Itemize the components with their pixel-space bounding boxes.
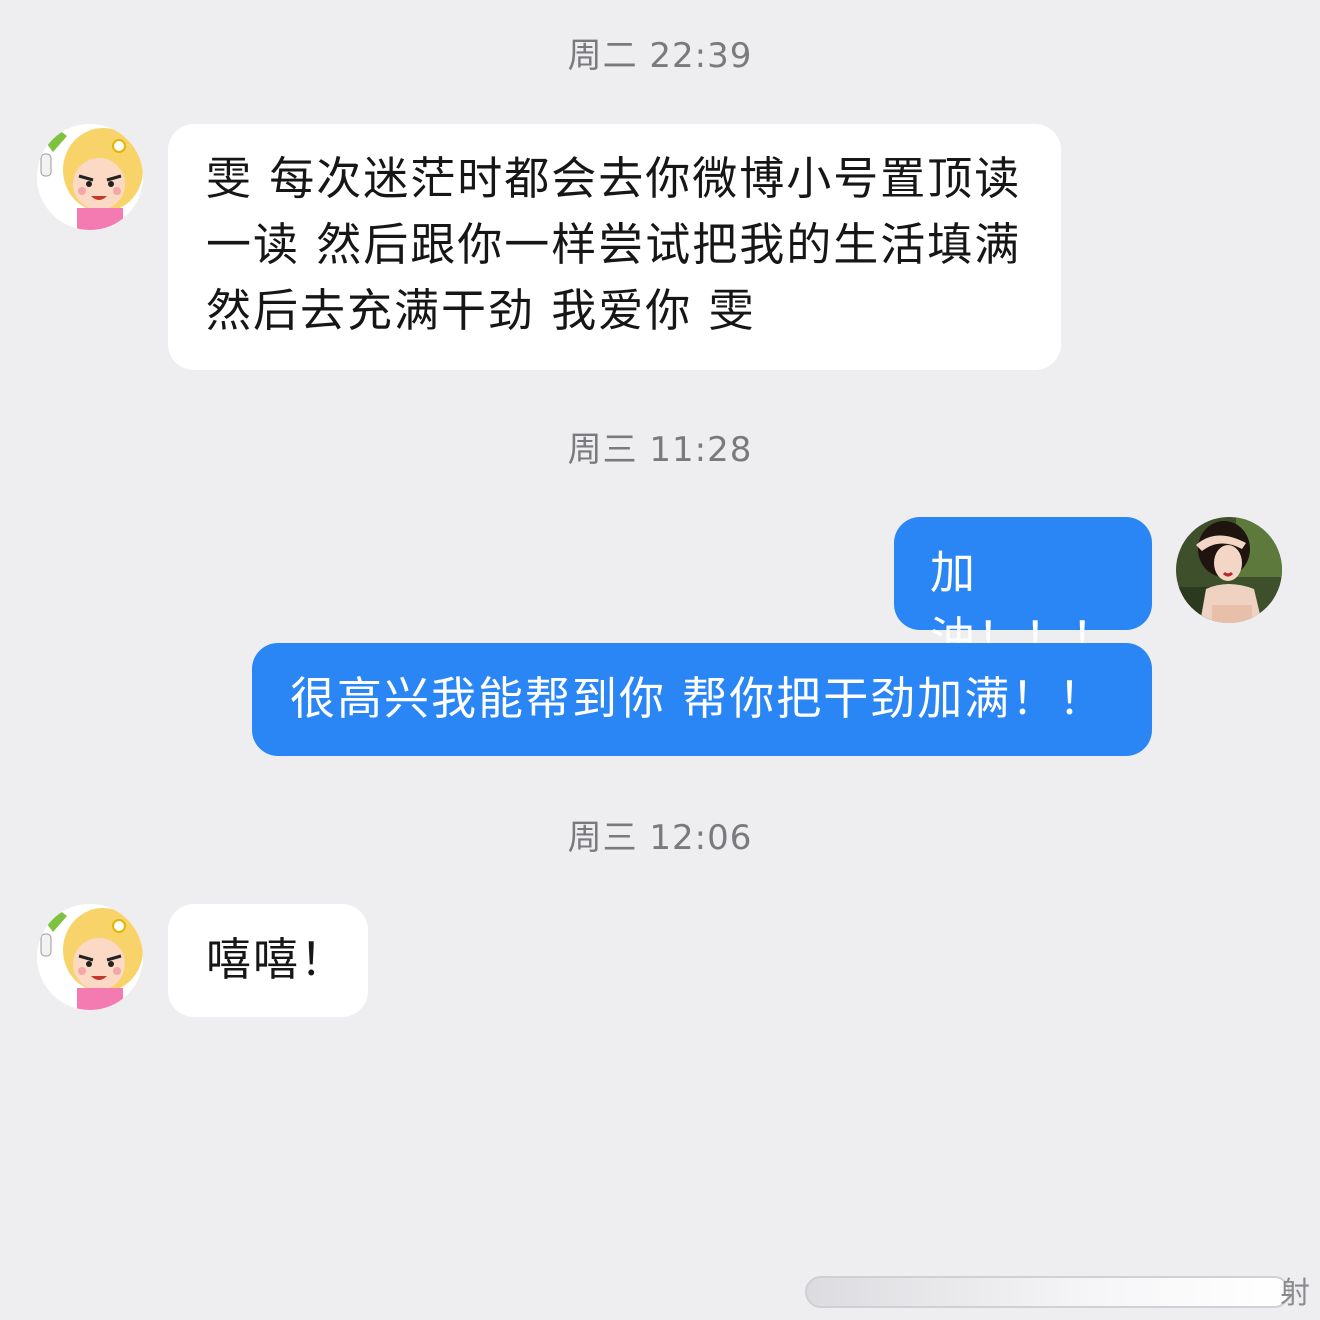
message-bubble-incoming[interactable]: 嘻嘻！ [168,904,368,1017]
chat-window: 周二 22:39 雯 每次迷茫时都会去你微博小号置顶读一读 然后跟你一样尝试把我… [0,0,1320,1320]
contact-avatar[interactable] [37,124,143,230]
message-bubble-outgoing[interactable]: 很高兴我能帮到你 帮你把干劲加满！！ [252,643,1152,756]
watermark-text: 射 [1280,1276,1310,1311]
cartoon-girl-avatar-icon [37,904,143,1010]
message-bubble-incoming[interactable]: 雯 每次迷茫时都会去你微博小号置顶读一读 然后跟你一样尝试把我的生活填满 然后去… [168,124,1061,370]
message-text: 嘻嘻！ [206,933,348,986]
self-avatar[interactable] [1176,517,1282,623]
woman-photo-avatar-icon [1176,517,1282,623]
timestamp: 周三 12:06 [567,818,753,858]
cartoon-girl-avatar-icon [37,124,143,230]
timestamp: 周二 22:39 [567,36,753,76]
contact-avatar[interactable] [37,904,143,1010]
message-text: 雯 每次迷茫时都会去你微博小号置顶读一读 然后跟你一样尝试把我的生活填满 然后去… [206,152,1022,337]
timestamp: 周三 11:28 [567,430,753,470]
watermark-logo [805,1276,1290,1308]
message-bubble-outgoing[interactable]: 加油！！！ [894,517,1152,665]
message-text: 很高兴我能帮到你 帮你把干劲加满！！ [290,672,1106,725]
